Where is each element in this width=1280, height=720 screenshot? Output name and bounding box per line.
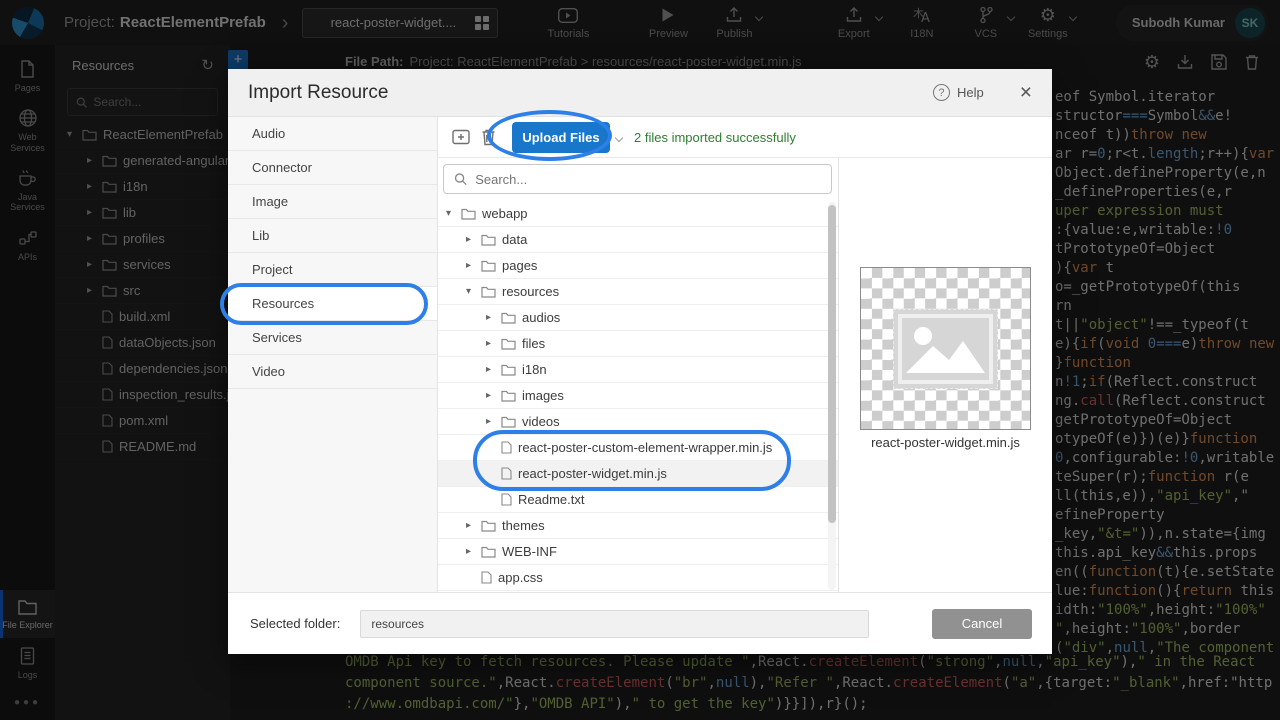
folder-icon — [481, 286, 496, 298]
tree-item[interactable]: react-poster-custom-element-wrapper.min.… — [438, 435, 838, 461]
modal-title: Import Resource — [248, 82, 933, 104]
category-item[interactable]: Services — [228, 321, 437, 355]
import-success-message: 2 files imported successfully — [634, 130, 796, 145]
search-icon — [454, 172, 467, 186]
tree-expand-icon[interactable] — [462, 234, 475, 245]
modal-file-tree: webapp — [438, 201, 838, 592]
tree-item[interactable]: themes — [438, 513, 838, 539]
folder-icon — [481, 520, 496, 532]
folder-icon — [501, 312, 516, 324]
category-item[interactable]: Image — [228, 185, 437, 219]
close-icon[interactable]: × — [1020, 82, 1032, 103]
image-placeholder-icon — [893, 309, 998, 389]
folder-icon — [481, 234, 496, 246]
tree-item[interactable]: files — [438, 331, 838, 357]
tree-expand-icon[interactable] — [482, 338, 495, 349]
tree-item[interactable]: data — [438, 227, 838, 253]
cancel-button[interactable]: Cancel — [932, 609, 1032, 639]
category-item[interactable]: Video — [228, 355, 437, 389]
new-folder-button[interactable] — [451, 128, 471, 146]
tree-expand-icon[interactable] — [462, 520, 475, 531]
category-item[interactable]: Resources — [228, 287, 437, 321]
tree-expand-icon[interactable] — [482, 390, 495, 401]
tree-item[interactable]: pages — [438, 253, 838, 279]
scrollbar-thumb[interactable] — [828, 205, 836, 523]
tree-item[interactable]: react-poster-widget.min.js — [438, 461, 838, 487]
file-icon — [501, 441, 512, 454]
folder-icon — [501, 338, 516, 350]
category-item[interactable]: Lib — [228, 219, 437, 253]
preview-caption: react-poster-widget.min.js — [871, 435, 1020, 450]
modal-footer: Selected folder: Cancel — [228, 592, 1052, 654]
tree-expand-icon[interactable] — [482, 312, 495, 323]
import-resource-modal: Import Resource ? Help × Audio Connector — [228, 69, 1052, 654]
delete-button[interactable] — [481, 128, 496, 146]
tree-item[interactable]: Readme.txt — [438, 487, 838, 513]
tree-item[interactable]: i18n — [438, 357, 838, 383]
folder-icon — [501, 390, 516, 402]
tree-item[interactable]: resources — [438, 279, 838, 305]
preview-panel: react-poster-widget.min.js — [838, 158, 1052, 592]
app-screen: Project:ReactElementPrefab › react-poste… — [0, 0, 1280, 720]
preview-thumbnail — [860, 267, 1031, 430]
help-label: Help — [957, 85, 984, 100]
help-button[interactable]: ? Help — [933, 84, 984, 101]
tree-item[interactable]: images — [438, 383, 838, 409]
category-item[interactable]: Connector — [228, 151, 437, 185]
file-icon — [481, 571, 492, 584]
selected-folder-label: Selected folder: — [250, 616, 340, 631]
upload-files-button[interactable]: Upload Files — [512, 122, 610, 153]
file-icon — [501, 467, 512, 480]
tree-item[interactable]: app.css — [438, 565, 838, 591]
scrollbar[interactable] — [828, 202, 836, 590]
category-nav: Audio Connector Image Lib Pr — [228, 117, 438, 592]
tree-expand-icon[interactable] — [462, 546, 475, 557]
category-item[interactable]: Project — [228, 253, 437, 287]
selected-folder-input[interactable] — [360, 610, 869, 638]
file-tree-panel: webapp — [438, 158, 838, 592]
file-icon — [501, 493, 512, 506]
folder-icon — [461, 208, 476, 220]
folder-icon — [501, 416, 516, 428]
tree-item[interactable]: videos — [438, 409, 838, 435]
tree-item[interactable]: webapp — [438, 201, 838, 227]
tree-expand-icon[interactable] — [482, 416, 495, 427]
help-icon: ? — [933, 84, 950, 101]
tree-expand-icon[interactable] — [442, 208, 455, 219]
tree-expand-icon[interactable] — [462, 260, 475, 271]
modal-header: Import Resource ? Help × — [228, 69, 1052, 117]
modal-search-input[interactable] — [475, 172, 821, 187]
category-item[interactable]: Audio — [228, 117, 437, 151]
tree-expand-icon[interactable] — [482, 364, 495, 375]
upload-dropdown-chevron-icon[interactable] — [616, 128, 622, 146]
modal-search[interactable] — [443, 164, 832, 194]
folder-icon — [481, 260, 496, 272]
folder-icon — [501, 364, 516, 376]
folder-icon — [481, 546, 496, 558]
tree-item[interactable]: audios — [438, 305, 838, 331]
tree-item[interactable]: WEB-INF — [438, 539, 838, 565]
tree-expand-icon[interactable] — [462, 286, 475, 297]
import-toolbar: Upload Files 2 files imported successful… — [438, 117, 1052, 158]
